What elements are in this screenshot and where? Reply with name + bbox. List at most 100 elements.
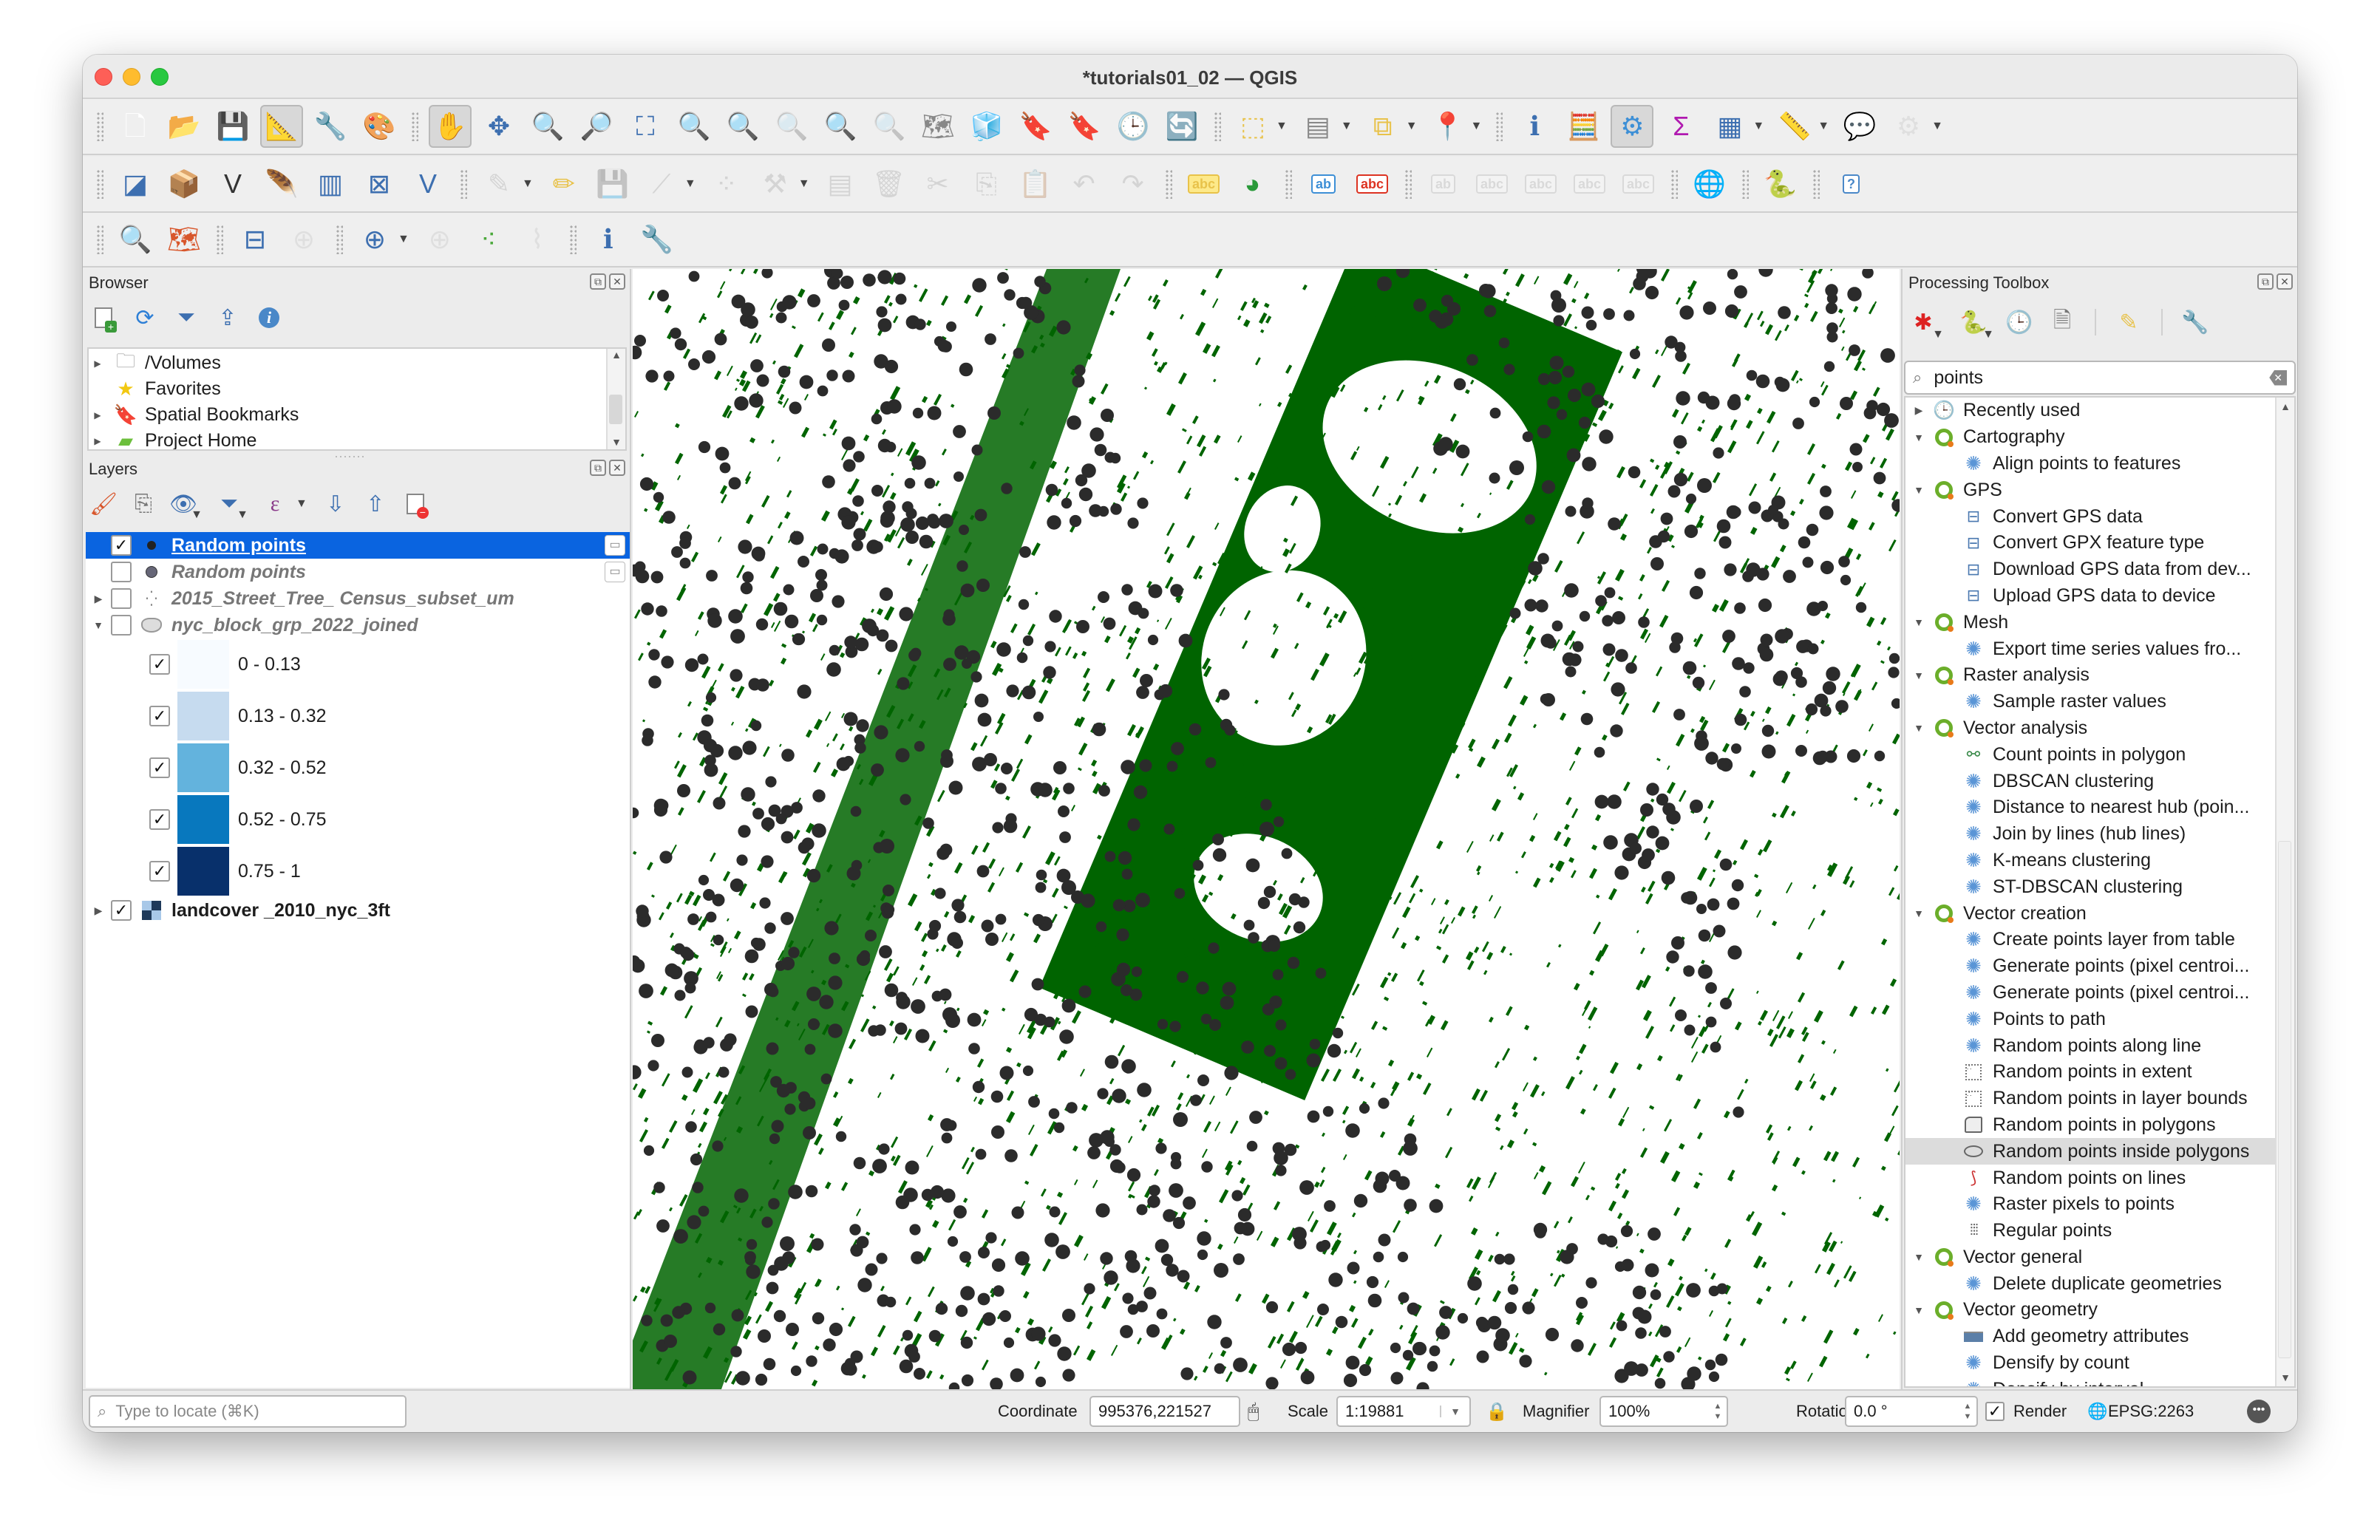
refresh-icon[interactable]: 🔄 <box>1160 105 1203 148</box>
spin-arrows-icon[interactable]: ▲ ▼ <box>1709 1401 1727 1422</box>
browser-item[interactable]: ▶ 🔖 Spatial Bookmarks <box>89 402 625 428</box>
toolbox-search-field[interactable]: ⌕ points ✕ <box>1904 361 2296 395</box>
toolbox-group[interactable]: ▼ GPS <box>1905 477 2294 503</box>
toolbox-algorithm[interactable]: ✺ Random points along line <box>1905 1032 2294 1059</box>
layer-visibility-checkbox[interactable]: ✓ <box>111 900 132 921</box>
help-icon[interactable]: ? <box>1830 163 1873 205</box>
close-panel-button[interactable]: ✕ <box>609 460 625 476</box>
new-mesh-layer-icon[interactable]: V <box>407 163 449 205</box>
map-canvas[interactable] <box>633 269 1900 1389</box>
layout-manager-icon[interactable]: 🔧 <box>309 105 352 148</box>
reset-track-icon[interactable]: ⌇ <box>516 218 559 261</box>
layer-diagram-icon[interactable]: ◕ <box>1231 163 1274 205</box>
measure-line-icon[interactable]: 📏 <box>1773 105 1816 148</box>
legend-class-checkbox[interactable]: ✓ <box>149 706 170 726</box>
filter-icon[interactable]: ⏷ <box>171 303 201 333</box>
cut-features-icon[interactable]: ✂ <box>917 163 959 205</box>
chevron-down-icon[interactable]: ▼ <box>1276 120 1288 133</box>
clear-search-icon[interactable]: ✕ <box>2269 369 2287 386</box>
paste-features-icon[interactable]: 📋 <box>1014 163 1057 205</box>
digitize-line-icon[interactable]: ⟋ <box>640 163 683 205</box>
toolbox-algorithm[interactable]: ⁞⁞⁞ Regular points <box>1905 1218 2294 1244</box>
models-icon[interactable]: ✱ ▼ <box>1908 307 1944 341</box>
scripts-python-icon[interactable]: 🐍 ▼ <box>1959 307 1994 341</box>
toolbox-algorithm[interactable]: ✺Densify by interval <box>1905 1376 2294 1386</box>
info-icon[interactable]: ℹ <box>587 218 630 261</box>
toolbox-algorithm[interactable]: ∴ Random points in layer bounds <box>1905 1086 2294 1112</box>
layer-visibility-checkbox[interactable] <box>111 588 132 609</box>
expand-arrow-icon[interactable]: ▶ <box>89 358 106 369</box>
add-point-icon[interactable]: ⁘ <box>705 163 748 205</box>
lock-scale-icon[interactable]: 🔒 <box>1486 1401 1508 1423</box>
scale-combobox[interactable]: 1:19881 ▼ <box>1336 1396 1471 1427</box>
layer-row[interactable]: ▶ ⁛ 2015_Street_Tree_ Census_subset_um <box>86 585 630 612</box>
chevron-down-icon[interactable]: ▼ <box>1818 120 1829 133</box>
rotation-spinbox[interactable]: 0.0 ° ▲ ▼ <box>1845 1396 1978 1427</box>
locator-search-icon[interactable]: 🔍 <box>114 218 157 261</box>
remove-layer-icon[interactable]: − <box>401 489 430 519</box>
settings-wrench-icon[interactable]: 🔧 <box>636 218 679 261</box>
chevron-down-icon[interactable]: ▼ <box>522 177 534 191</box>
browser-item[interactable]: ★ Favorites <box>89 376 625 402</box>
toolbox-algorithm[interactable]: ✺ K-means clustering <box>1905 848 2294 874</box>
expand-arrow-icon[interactable]: ▶ <box>89 436 106 446</box>
run-action-icon[interactable]: ⚙ <box>1887 105 1930 148</box>
expand-arrow-icon[interactable]: ▼ <box>1905 1251 1932 1263</box>
select-by-location-icon[interactable]: 📍 <box>1427 105 1469 148</box>
layer-visibility-checkbox[interactable] <box>111 615 132 636</box>
zoom-next-icon[interactable]: 🔍 <box>868 105 911 148</box>
expand-arrow-icon[interactable]: ▶ <box>1905 404 1932 417</box>
layer-visibility-checkbox[interactable]: ✓ <box>111 535 132 556</box>
toolbox-algorithm[interactable]: ✺ Sample raster values <box>1905 689 2294 715</box>
identify-features-icon[interactable]: ℹ <box>1513 105 1556 148</box>
statistical-summary-icon[interactable]: Σ <box>1659 105 1702 148</box>
map-tips-icon[interactable]: 💬 <box>1838 105 1881 148</box>
field-calculator-icon[interactable]: 🧮 <box>1562 105 1605 148</box>
legend-class-checkbox[interactable]: ✓ <box>149 861 170 882</box>
processing-toolbox-icon[interactable]: ⚙ <box>1611 105 1654 148</box>
processing-options-wrench-icon[interactable]: 🔧 <box>2180 307 2210 337</box>
toolbox-group[interactable]: ▼ Raster analysis <box>1905 662 2294 689</box>
render-checkbox[interactable]: ✓ <box>1985 1402 2005 1421</box>
gps-position-icon[interactable]: ⊕ <box>282 218 325 261</box>
toolbox-group[interactable]: ▼ Vector analysis <box>1905 715 2294 742</box>
messages-icon[interactable]: ••• <box>2247 1400 2271 1423</box>
close-panel-button[interactable]: ✕ <box>609 273 625 290</box>
toolbox-scrollbar[interactable]: ▲ ▼ <box>2275 398 2294 1386</box>
chevron-down-icon[interactable]: ▼ <box>1471 120 1483 133</box>
metasearch-icon[interactable]: 🌐 <box>1688 163 1731 205</box>
collapse-all-icon[interactable]: ⇪ <box>213 303 242 333</box>
toolbar-grip[interactable] <box>96 112 103 141</box>
refresh-icon[interactable]: ⟳ <box>130 303 160 333</box>
zoom-full-icon[interactable]: ⛶ <box>624 105 667 148</box>
modify-attributes-icon[interactable]: ▤ <box>819 163 862 205</box>
toolbox-algorithm[interactable]: ✺ Raster pixels to points <box>1905 1191 2294 1218</box>
expand-arrow-icon[interactable]: ▶ <box>89 410 106 420</box>
save-project-icon[interactable]: 💾 <box>211 105 254 148</box>
temporal-controller-icon[interactable]: 🕒 <box>1112 105 1155 148</box>
show-bookmarks-icon[interactable]: 🔖 <box>1063 105 1106 148</box>
select-features-icon[interactable]: ⬚ <box>1231 105 1274 148</box>
layer-row[interactable]: ▼ nyc_block_grp_2022_joined <box>86 612 630 638</box>
add-feature-gps-icon[interactable]: ⊕ <box>353 218 396 261</box>
toolbox-algorithm[interactable]: ✺ Points to path <box>1905 1006 2294 1032</box>
layer-row[interactable]: ✓ Random points ▭ <box>86 532 630 559</box>
magnifier-spinbox[interactable]: 100% ▲ ▼ <box>1599 1396 1728 1427</box>
expand-arrow-icon[interactable]: ▼ <box>1905 484 1932 496</box>
temporary-layer-indicator-icon[interactable]: ▭ <box>605 562 625 582</box>
manage-map-themes-icon[interactable]: 👁 ▼ <box>169 489 203 522</box>
zoom-in-icon[interactable]: 🔍 <box>526 105 569 148</box>
toolbox-algorithm[interactable]: ⚯ Count points in polygon <box>1905 741 2294 768</box>
expand-arrow-icon[interactable]: ▼ <box>1905 616 1932 628</box>
chevron-down-icon[interactable]: ▼ <box>798 177 810 191</box>
chevron-down-icon[interactable]: ▼ <box>1931 120 1943 133</box>
toolbox-algorithm[interactable]: Random points in polygons <box>1905 1112 2294 1139</box>
history-clock-icon[interactable]: 🕒 <box>2005 307 2034 337</box>
data-source-manager-icon[interactable]: ◪ <box>114 163 157 205</box>
toolbox-group[interactable]: ▼ Mesh <box>1905 609 2294 636</box>
expand-arrow-icon[interactable]: ▶ <box>86 593 111 605</box>
browser-item[interactable]: ▶ 🗀/Volumes <box>89 350 625 376</box>
chevron-down-icon[interactable]: ▼ <box>398 233 409 246</box>
add-group-icon[interactable]: ⎘ <box>129 489 158 519</box>
highlight-labels-icon[interactable]: abc <box>1351 163 1394 205</box>
